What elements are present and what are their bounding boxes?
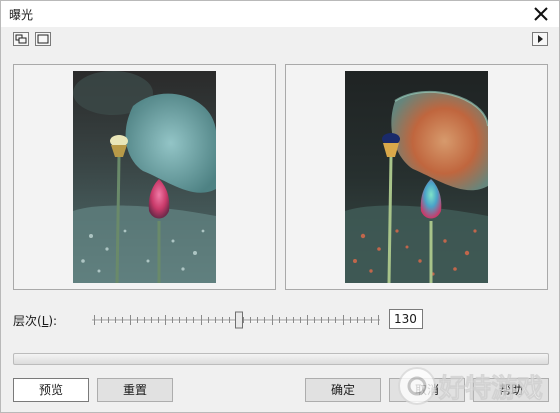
reset-button[interactable]: 重置 [97, 378, 173, 402]
original-photo [73, 71, 216, 283]
dialog-title: 曝光 [9, 8, 34, 22]
level-label: 层次(L): [13, 314, 58, 328]
preview-button[interactable]: 预览 [13, 378, 89, 402]
exposure-dialog: 曝光 层次(L): 130 预览 重置 确定 帮助 好特游戏 [0, 0, 560, 413]
expand-arrow-button[interactable] [532, 32, 548, 46]
close-button[interactable] [529, 2, 553, 26]
watermark-logo: 好特游戏 [393, 361, 557, 411]
play-arrow-icon [538, 35, 543, 43]
level-slider-track [92, 311, 380, 329]
original-preview-panel [13, 64, 276, 290]
split-preview-button[interactable] [13, 32, 29, 46]
watermark-text: 好特游戏 [438, 373, 543, 404]
split-view-icon [15, 34, 27, 44]
single-view-icon [37, 34, 49, 44]
ok-button[interactable]: 确定 [305, 378, 381, 402]
level-slider-thumb[interactable] [235, 311, 243, 329]
result-preview-panel [285, 64, 548, 290]
level-slider[interactable] [92, 311, 380, 329]
level-value-input[interactable]: 130 [389, 309, 423, 329]
close-icon [534, 7, 548, 21]
exposed-photo [345, 71, 488, 283]
single-preview-button[interactable] [35, 32, 51, 46]
title-bar: 曝光 [1, 1, 559, 27]
